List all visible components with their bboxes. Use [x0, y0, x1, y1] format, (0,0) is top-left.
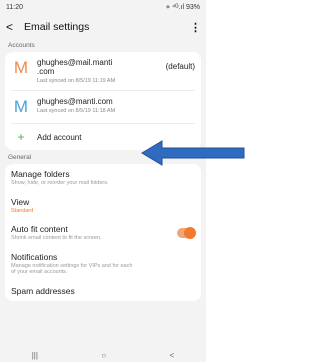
account-item-default[interactable]: M ghughes@mail.manti .com Last synced on…: [5, 52, 201, 90]
accounts-section-header: Accounts: [8, 42, 35, 49]
home-button[interactable]: ○: [101, 351, 106, 360]
setting-subtitle: Show, hide, or reorder your mail folders…: [11, 180, 109, 186]
status-bar: 11:20 ⋄ ⁴ᴳ.ıl 93%: [0, 0, 206, 14]
setting-title: Auto fit content: [11, 224, 68, 234]
back-arrow-icon[interactable]: <: [6, 20, 20, 34]
setting-title: Notifications: [11, 251, 58, 262]
manage-folders-item[interactable]: Manage folders Show, hide, or reorder yo…: [5, 164, 201, 192]
status-time: 11:20: [6, 3, 23, 11]
auto-fit-content-item[interactable]: Auto fit content Shrink email content to…: [5, 219, 201, 247]
accounts-card: M ghughes@mail.manti .com Last synced on…: [5, 52, 201, 150]
view-item[interactable]: View Standard: [5, 192, 201, 220]
default-badge: (default): [165, 62, 195, 71]
setting-subtitle: Standard: [11, 207, 34, 214]
toggle-knob: [184, 226, 196, 239]
account-synced: Last synced on 8/5/19 11:18 AM: [37, 108, 116, 114]
setting-title: View: [11, 196, 30, 207]
general-card: Manage folders Show, hide, or reorder yo…: [5, 164, 201, 301]
setting-subtitle: Manage notification settings for VIPs an…: [11, 262, 133, 276]
phone-screen: 11:20 ⋄ ⁴ᴳ.ıl 93% < Email settings ⋮ Acc…: [0, 0, 206, 362]
arrow-shape: [141, 140, 245, 166]
account-info: ghughes@manti.com Last synced on 8/5/19 …: [37, 97, 195, 114]
app-bar: < Email settings ⋮: [0, 14, 206, 40]
setting-title: Spam addresses: [11, 285, 75, 296]
setting-subtitle: Shrink email content to fit the screen.: [11, 235, 102, 241]
account-item-secondary[interactable]: M ghughes@manti.com Last synced on 8/5/1…: [5, 91, 201, 123]
pointer-arrow-icon: [141, 140, 245, 166]
account-avatar-letter: M: [13, 58, 29, 77]
account-info: ghughes@mail.manti .com Last synced on 8…: [37, 58, 163, 84]
more-options-icon[interactable]: ⋮: [190, 21, 201, 34]
account-avatar-letter: M: [13, 97, 29, 116]
page-title: Email settings: [24, 21, 90, 33]
system-nav-bar: ||| ○ <: [0, 348, 206, 362]
recents-button[interactable]: |||: [32, 351, 38, 360]
account-email: ghughes@manti.com: [37, 97, 113, 106]
account-synced: Last synced on 8/5/19 11:19 AM: [37, 78, 116, 84]
spam-addresses-item[interactable]: Spam addresses: [5, 281, 201, 301]
add-account-label: Add account: [37, 132, 82, 142]
setting-text: Auto fit content Shrink email content to…: [11, 224, 177, 242]
notifications-item[interactable]: Notifications Manage notification settin…: [5, 247, 201, 281]
nav-back-button[interactable]: <: [170, 351, 175, 360]
status-indicators: ⋄ ⁴ᴳ.ıl 93%: [165, 4, 200, 11]
plus-icon: +: [17, 130, 25, 144]
account-email: ghughes@mail.manti .com: [37, 58, 113, 76]
setting-title: Manage folders: [11, 169, 70, 179]
auto-fit-toggle[interactable]: [177, 226, 196, 239]
